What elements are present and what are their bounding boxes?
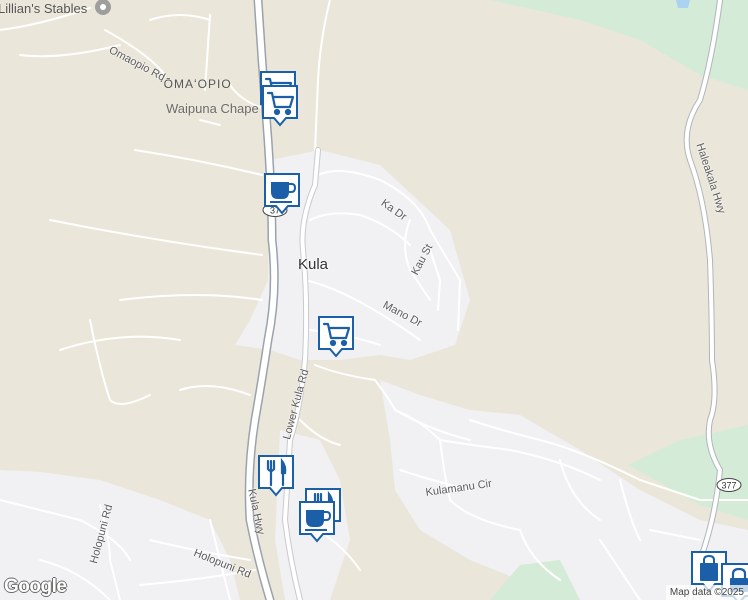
place-label-kula: Kula (298, 256, 329, 273)
poi-cafe-kula-north[interactable] (263, 172, 301, 216)
poi-grocery-omaopio-2[interactable] (261, 84, 299, 128)
svg-text:377: 377 (721, 481, 736, 491)
stables-pin-icon[interactable] (92, 0, 114, 22)
place-label-chapel[interactable]: Waipuna Chape (166, 102, 259, 115)
place-label-stables[interactable]: Lillian's Stables (0, 2, 87, 15)
map-canvas[interactable]: 37 377 Lillian's Stables ʻŌMAʻOPIO Waipu… (0, 0, 748, 600)
place-label-omaopio: ʻŌMAʻOPIO (160, 77, 232, 91)
water-pond (676, 0, 690, 8)
route-377-shield-east: 377 (716, 478, 742, 492)
poi-cafe-south[interactable] (298, 500, 336, 544)
map-attribution[interactable]: Map data ©2025 (665, 585, 748, 600)
poi-grocery-kula[interactable] (317, 315, 355, 359)
google-logo: Google (4, 576, 67, 597)
poi-restaurant-kula-hwy[interactable] (257, 454, 295, 498)
